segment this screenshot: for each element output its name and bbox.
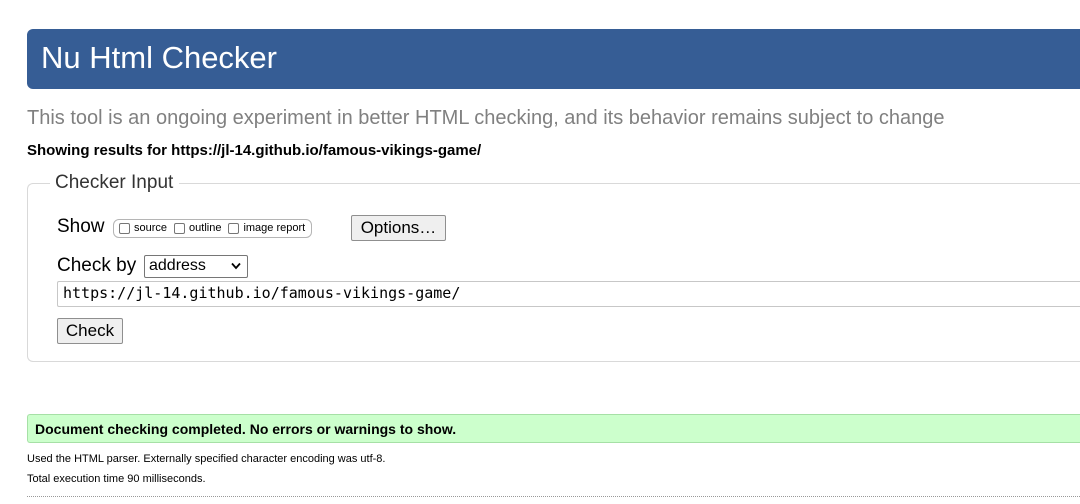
showing-results-text: Showing results for https://jl-14.github… — [27, 142, 482, 159]
check-by-selected-value: address — [149, 257, 206, 274]
check-by-label: Check by — [57, 255, 137, 276]
success-message: Document checking completed. No errors o… — [27, 414, 1080, 443]
check-by-select[interactable]: address — [144, 255, 248, 278]
check-button[interactable]: Check — [57, 318, 123, 344]
checker-input-fieldset: Checker Input Show source outline image … — [27, 172, 1080, 362]
url-input[interactable]: https://jl-14.github.io/famous-vikings-g… — [57, 281, 1080, 307]
show-source-option[interactable]: source — [119, 222, 167, 235]
show-outline-option[interactable]: outline — [174, 222, 221, 235]
show-image-report-option[interactable]: image report — [228, 222, 305, 235]
show-options-group: source outline image report — [113, 219, 313, 238]
show-outline-label: outline — [189, 222, 222, 234]
show-source-label: source — [134, 222, 168, 234]
options-button[interactable]: Options… — [351, 215, 446, 241]
show-label: Show — [57, 216, 105, 237]
chevron-down-icon — [231, 262, 241, 270]
show-image-report-checkbox[interactable] — [228, 223, 240, 234]
show-outline-checkbox[interactable] — [174, 223, 186, 234]
show-source-checkbox[interactable] — [119, 223, 130, 234]
show-image-report-label: image report — [243, 222, 306, 234]
execution-time-text: Total execution time 90 milliseconds. — [27, 473, 206, 485]
header-banner: Nu Html Checker — [27, 29, 1080, 89]
divider — [27, 496, 1080, 497]
page: Nu Html Checker This tool is an ongoing … — [0, 0, 1080, 504]
checker-input-legend: Checker Input — [50, 172, 180, 194]
parser-info-text: Used the HTML parser. Externally specifi… — [27, 453, 386, 465]
page-subtitle: This tool is an ongoing experiment in be… — [27, 107, 945, 129]
page-title: Nu Html Checker — [41, 40, 277, 75]
